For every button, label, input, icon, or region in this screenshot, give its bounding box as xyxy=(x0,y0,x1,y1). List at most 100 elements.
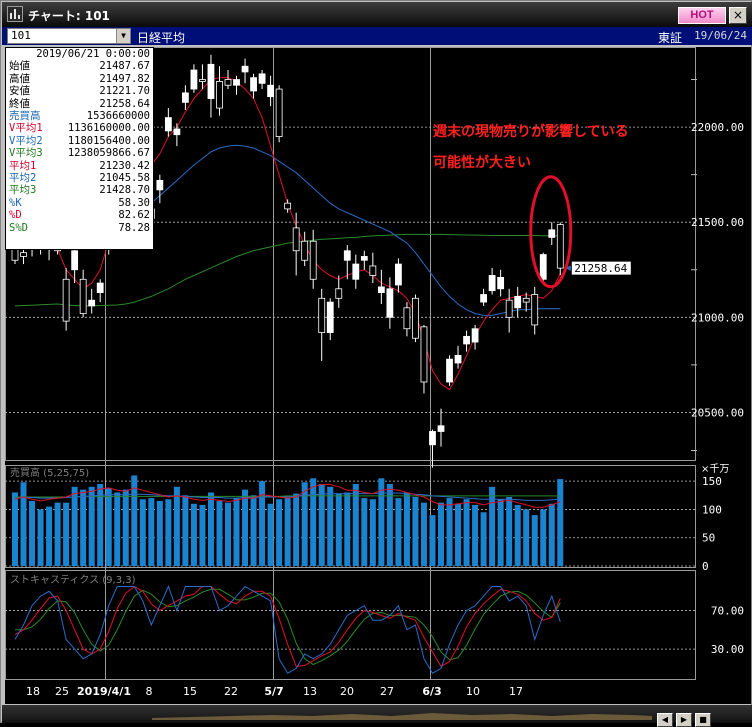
volume-tick-label: 50 xyxy=(702,532,715,545)
title-bar[interactable]: チャート: 101 HOT × xyxy=(2,2,752,27)
info-value: 21221.70 xyxy=(99,85,150,98)
volume-bar xyxy=(71,486,78,566)
candle-up xyxy=(463,335,470,345)
candle-down xyxy=(556,224,564,269)
volume-bar xyxy=(88,486,95,566)
info-row: S%D 78.28 xyxy=(9,222,150,234)
volume-bar xyxy=(216,500,223,566)
candle-down xyxy=(20,252,27,257)
volume-bar xyxy=(20,482,27,566)
scroll-right-button[interactable]: ▶ xyxy=(676,713,692,727)
candle-up xyxy=(258,73,266,84)
candle-up xyxy=(181,92,189,103)
volume-bar xyxy=(63,502,70,566)
volume-bar xyxy=(327,486,334,566)
info-row: 平均1 21230.42 xyxy=(9,160,150,172)
chart-app-icon xyxy=(7,6,23,22)
window-title: チャート: 101 xyxy=(28,9,110,23)
scroll-left-button[interactable]: ◀ xyxy=(657,713,673,727)
trade-date: 19/06/24 xyxy=(694,29,747,42)
info-label: 安値 xyxy=(9,85,30,98)
info-value: 82.62 xyxy=(118,209,150,222)
price-tick-label: 20500.00 xyxy=(691,406,744,419)
stock-name: 日経平均 xyxy=(137,31,186,45)
candle-up xyxy=(471,328,479,343)
x-axis-label: 20 xyxy=(340,685,354,698)
volume-bar xyxy=(156,500,163,566)
candle-down xyxy=(505,299,513,318)
candle-up xyxy=(156,179,164,191)
chevron-down-icon[interactable]: ▼ xyxy=(116,29,130,43)
candle-up xyxy=(386,288,394,318)
x-axis-label: 22 xyxy=(224,685,238,698)
x-axis-label: 2019/4/1 xyxy=(77,685,131,698)
volume-bar xyxy=(190,503,197,566)
volume-unit-label: ×千万 xyxy=(701,463,729,475)
candle-down xyxy=(522,297,530,303)
candle-up xyxy=(250,77,257,92)
annotation-line-2: 可能性が大きい xyxy=(433,155,531,171)
volume-bar xyxy=(267,503,274,566)
overview-strip[interactable] xyxy=(152,708,652,720)
volume-bar xyxy=(438,502,444,566)
volume-bar xyxy=(105,487,112,566)
info-value: 1136160000.00 xyxy=(67,122,150,135)
info-row: 売買高 1536660000 xyxy=(9,110,150,122)
info-value: 78.28 xyxy=(118,221,150,234)
info-value: 21045.58 xyxy=(99,172,150,185)
hot-button[interactable]: HOT xyxy=(678,7,726,24)
info-label: 終値 xyxy=(9,97,30,110)
stock-code-value: 101 xyxy=(11,29,31,42)
volume-bar xyxy=(523,509,530,566)
candle-up xyxy=(377,286,385,293)
candle-down xyxy=(412,297,419,339)
status-bar: ◀ ▶ ■ xyxy=(2,705,752,727)
close-button[interactable]: × xyxy=(729,7,747,24)
volume-bar xyxy=(412,496,419,566)
candle-up xyxy=(446,358,453,383)
volume-bar xyxy=(403,492,410,566)
stock-code-combobox[interactable]: 101 ▼ xyxy=(7,28,131,44)
last-price-label: 21258.64 xyxy=(574,262,627,275)
zoom-button[interactable]: ■ xyxy=(695,713,711,727)
volume-bar xyxy=(54,502,61,566)
symbol-toolbar: 101 ▼ 日経平均 東証 19/06/24 xyxy=(2,27,752,45)
candle-up xyxy=(71,250,79,271)
volume-bar xyxy=(293,493,300,566)
volume-bar xyxy=(480,512,487,566)
candle-up xyxy=(497,276,505,290)
volume-bar xyxy=(37,509,44,566)
volume-bar xyxy=(29,500,36,566)
annotation-line-1: 週末の現物売りが影響している xyxy=(433,124,629,140)
candle-up xyxy=(207,63,215,99)
candle-up xyxy=(326,301,334,333)
volume-bar xyxy=(199,504,206,566)
volume-bar xyxy=(207,492,214,566)
volume-bar xyxy=(446,498,453,566)
candle-up xyxy=(437,425,445,432)
info-row: 安値 21221.70 xyxy=(9,85,150,97)
volume-bar xyxy=(420,502,427,566)
x-axis-label: 17 xyxy=(509,685,523,698)
volume-bar xyxy=(463,499,470,566)
info-label: 平均2 xyxy=(9,172,37,185)
candle-up xyxy=(480,294,488,303)
info-label: 売買高 xyxy=(9,110,41,123)
price-info-panel: 2019/06/21 0:00:00 始値 21487.67 高値 21497.82 安… xyxy=(5,47,154,250)
candle-down xyxy=(318,297,326,333)
candle-down xyxy=(224,79,232,86)
volume-bar xyxy=(46,506,53,566)
price-tick-label: 22000.00 xyxy=(691,121,744,134)
candle-up xyxy=(360,256,368,261)
info-value: 1180156400.00 xyxy=(67,134,150,147)
volume-bar xyxy=(369,499,376,566)
red-annotation-text: 週末の現物売りが影響している 可能性が大きい xyxy=(433,117,629,179)
x-axis-label: 5/7 xyxy=(264,685,283,698)
volume-bar xyxy=(514,504,521,566)
x-axis-label: 15 xyxy=(183,685,197,698)
info-value: 21230.42 xyxy=(99,159,150,172)
info-label: S%D xyxy=(9,221,28,234)
info-row: V平均1 1136160000.00 xyxy=(9,122,150,134)
volume-bar xyxy=(225,502,231,566)
info-row: V平均3 1238059866.67 xyxy=(9,147,150,159)
